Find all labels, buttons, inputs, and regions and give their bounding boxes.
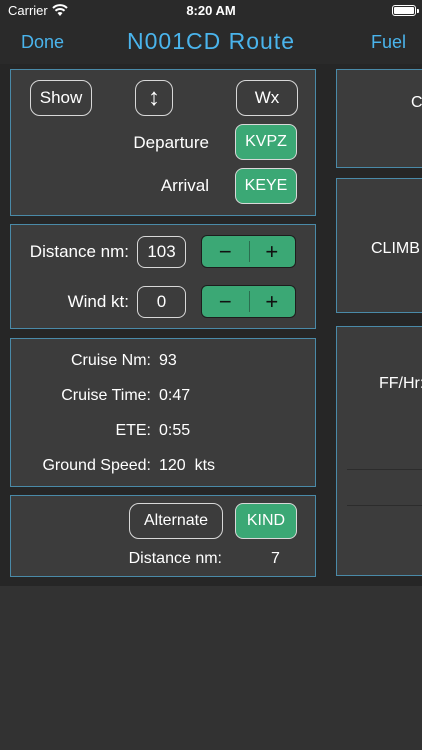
cruise-time-value: 0:47 bbox=[159, 387, 191, 404]
distance-value[interactable]: 103 bbox=[137, 236, 186, 268]
wind-stepper[interactable]: − + bbox=[201, 285, 296, 318]
status-time: 8:20 AM bbox=[186, 3, 236, 18]
alternate-airport-button[interactable]: KIND bbox=[235, 503, 297, 539]
cruise-nm-label: Cruise Nm: bbox=[70, 352, 151, 369]
show-button[interactable]: Show bbox=[30, 80, 92, 116]
fuel-summary-panel: Cr bbox=[336, 69, 422, 168]
status-bar: Carrier 8:20 AM bbox=[0, 0, 422, 22]
distance-stepper[interactable]: − + bbox=[201, 235, 296, 268]
ete-value: 0:55 bbox=[159, 422, 191, 439]
arrival-airport-button[interactable]: KEYE bbox=[235, 168, 297, 204]
navigation-bar: Done N001CD Route Fuel bbox=[0, 22, 422, 64]
swap-arrows-icon: ↕ bbox=[148, 84, 160, 111]
distance-wind-panel: Distance nm: 103 − + Wind kt: 0 − + bbox=[10, 224, 316, 329]
distance-increment-button[interactable]: + bbox=[249, 236, 296, 267]
cruise-nm-value: 93 bbox=[159, 352, 177, 369]
wx-button[interactable]: Wx bbox=[236, 80, 298, 116]
ete-label: ETE: bbox=[115, 422, 151, 439]
distance-decrement-button[interactable]: − bbox=[202, 236, 249, 267]
cruise-info-panel: Cruise Nm: 93 Cruise Time: 0:47 ETE: 0:5… bbox=[10, 338, 316, 487]
wind-increment-button[interactable]: + bbox=[249, 286, 296, 317]
cruise-partial-label: Cr bbox=[411, 94, 422, 111]
swap-button[interactable]: ↕ bbox=[135, 80, 173, 116]
wind-decrement-button[interactable]: − bbox=[202, 286, 249, 317]
climb-label: CLIMB bbox=[371, 240, 420, 257]
page-title: N001CD Route bbox=[127, 28, 295, 54]
arrival-label: Arrival bbox=[160, 176, 209, 195]
alternate-distance-label: Distance nm: bbox=[128, 550, 222, 567]
divider-line bbox=[347, 469, 422, 470]
departure-airport-button[interactable]: KVPZ bbox=[235, 124, 297, 160]
wind-value[interactable]: 0 bbox=[137, 286, 186, 318]
climb-panel: CLIMB bbox=[336, 178, 422, 313]
wind-label: Wind kt: bbox=[67, 292, 129, 311]
departure-label: Departure bbox=[133, 133, 209, 152]
route-panel: Show ↕ Wx Departure KVPZ Arrival KEYE bbox=[10, 69, 316, 216]
distance-label: Distance nm: bbox=[29, 242, 129, 261]
ffhr-label: FF/Hr: bbox=[379, 375, 422, 392]
fuel-flow-panel: FF/Hr: bbox=[336, 326, 422, 576]
alternate-button[interactable]: Alternate bbox=[129, 503, 223, 539]
alternate-panel: Alternate KIND Distance nm: 7 bbox=[10, 495, 316, 577]
main-content: Show ↕ Wx Departure KVPZ Arrival KEYE Di… bbox=[0, 64, 422, 586]
cruise-time-label: Cruise Time: bbox=[61, 387, 151, 404]
divider-line bbox=[347, 505, 422, 506]
ground-speed-label: Ground Speed: bbox=[42, 457, 151, 474]
fuel-button[interactable]: Fuel bbox=[371, 32, 406, 53]
alternate-distance-value: 7 bbox=[271, 550, 280, 567]
ground-speed-value: 120 kts bbox=[159, 457, 216, 474]
battery-icon bbox=[392, 5, 419, 16]
empty-area bbox=[0, 586, 422, 750]
